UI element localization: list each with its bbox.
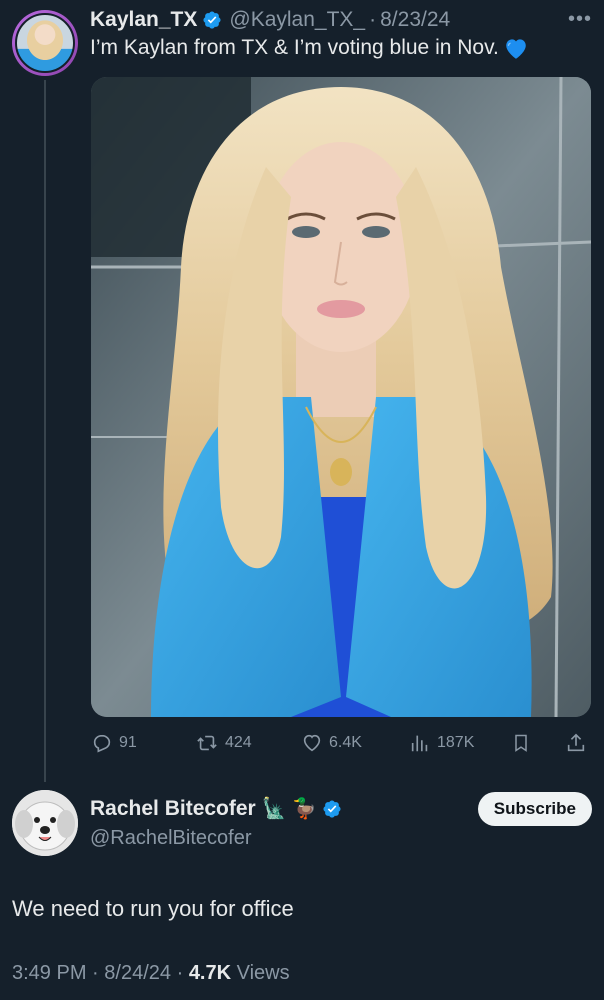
verified-badge-icon xyxy=(322,799,342,819)
reply-name-row: Rachel Bitecofer 🗽 🦆 xyxy=(90,796,342,821)
heart-icon xyxy=(303,734,321,752)
share-icon xyxy=(567,733,585,752)
thread-connector-line xyxy=(44,80,46,782)
name-emojis: 🗽 🦆 xyxy=(261,798,318,820)
views-chart-icon xyxy=(411,735,428,752)
retweet-action[interactable]: 424 xyxy=(195,732,252,754)
subscribe-button[interactable]: Subscribe xyxy=(477,792,592,826)
like-action[interactable]: 6.4K xyxy=(301,732,362,754)
kaylan-avatar[interactable] xyxy=(12,10,78,76)
original-handle[interactable]: @Kaylan_TX_ xyxy=(229,8,365,32)
like-count: 6.4K xyxy=(329,734,362,751)
retweet-count: 424 xyxy=(225,734,252,751)
reply-views-count: 4.7K xyxy=(188,962,232,984)
reply-date[interactable]: 8/24/24 xyxy=(104,962,171,984)
blue-heart-icon xyxy=(503,36,529,60)
rachel-avatar[interactable] xyxy=(12,790,78,856)
original-tweet-text: I’m Kaylan from TX & I’m voting blue in … xyxy=(90,36,499,59)
verified-badge-icon xyxy=(202,10,222,30)
reply-handle[interactable]: @RachelBitecofer xyxy=(90,827,251,850)
header-separator: · xyxy=(369,8,377,31)
original-tweet-header: Kaylan_TX @Kaylan_TX_ · 8/23/24 xyxy=(90,6,592,34)
original-tweet-text-row: I’m Kaylan from TX & I’m voting blue in … xyxy=(90,36,529,60)
views-action[interactable]: 187K xyxy=(409,732,474,754)
more-options-icon[interactable]: ••• xyxy=(568,8,592,31)
reply-count: 91 xyxy=(119,734,137,751)
reply-action[interactable]: 91 xyxy=(91,732,137,754)
reply-tweet-text: We need to run you for office xyxy=(12,896,294,921)
tweet-action-bar: 91 424 6.4K 187K xyxy=(91,728,591,758)
original-display-name[interactable]: Kaylan_TX xyxy=(90,8,197,32)
meta-separator: · xyxy=(92,962,99,984)
reply-views-label: Views xyxy=(236,962,290,984)
reply-meta: 3:49 PM · 8/24/24 · 4.7K Views xyxy=(12,962,290,985)
bookmark-action[interactable] xyxy=(511,732,531,754)
views-count: 187K xyxy=(437,734,475,751)
retweet-icon xyxy=(197,735,217,751)
tweet-photo[interactable] xyxy=(91,77,591,717)
original-date[interactable]: 8/23/24 xyxy=(380,8,450,32)
reply-time[interactable]: 3:49 PM xyxy=(12,962,86,984)
reply-display-name[interactable]: Rachel Bitecofer xyxy=(90,797,256,821)
bookmark-icon xyxy=(515,734,527,752)
share-action[interactable] xyxy=(565,732,587,754)
meta-separator: · xyxy=(176,962,184,984)
reply-icon xyxy=(93,734,111,753)
